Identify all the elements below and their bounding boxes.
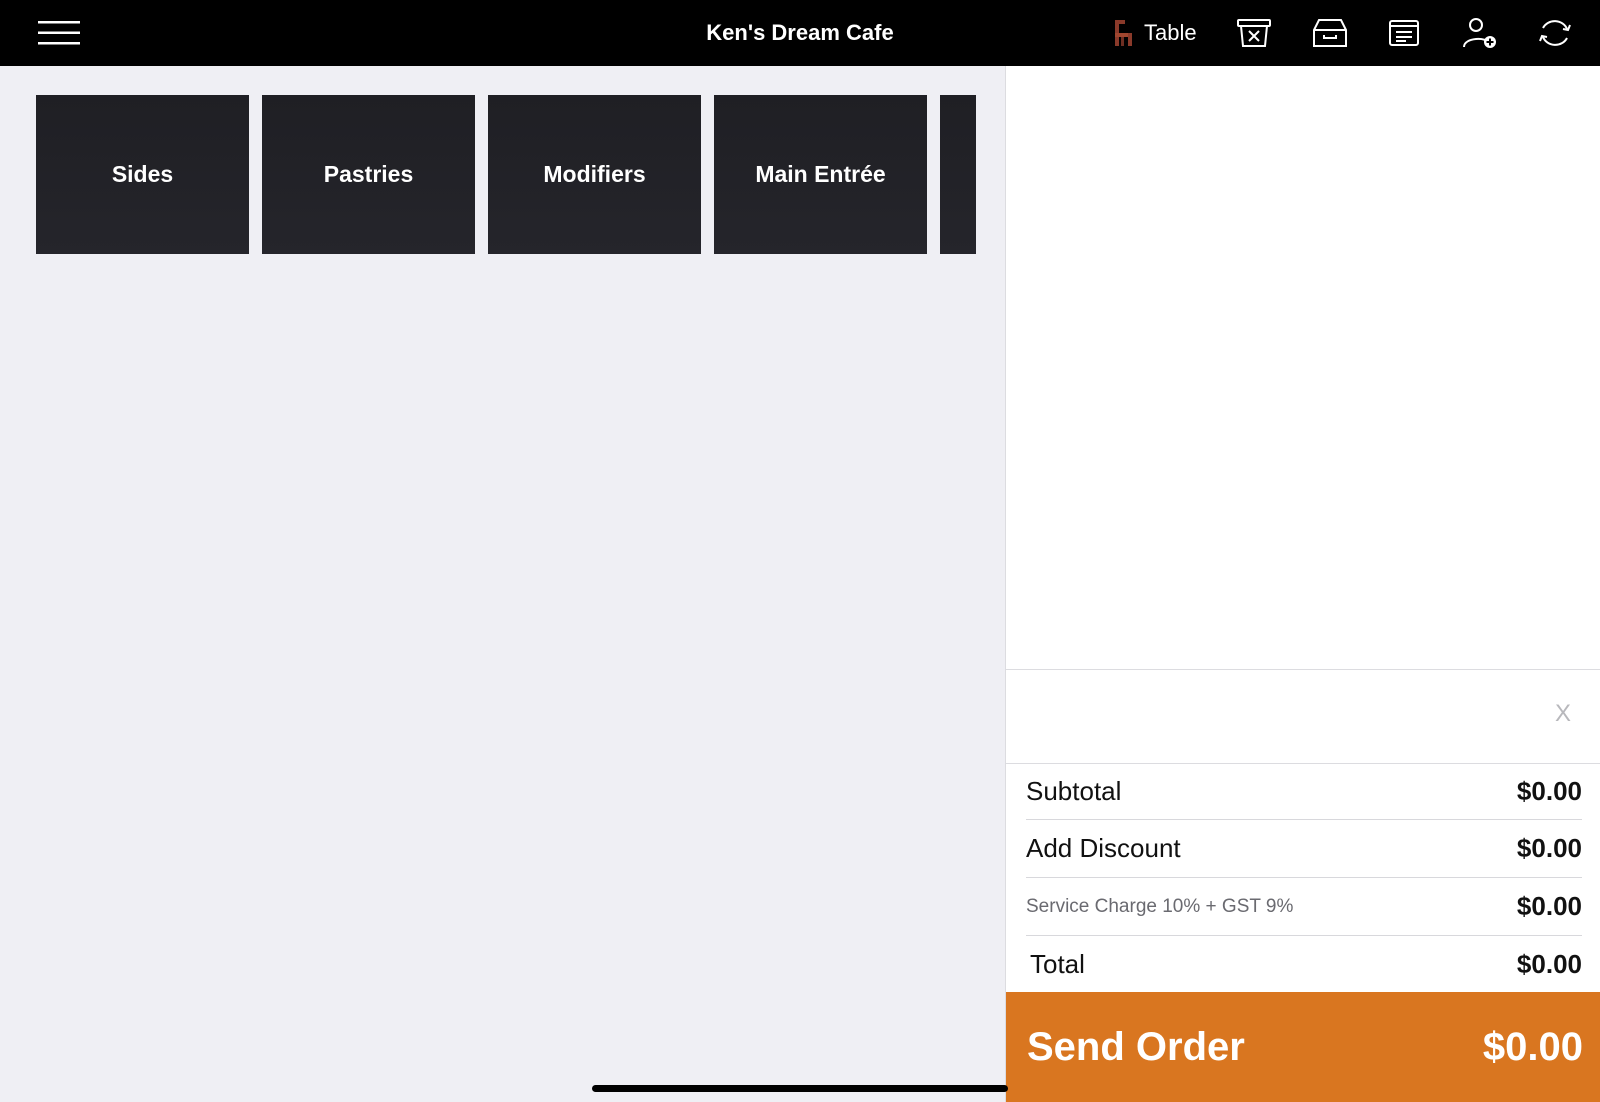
page-title: Ken's Dream Cafe (706, 20, 894, 45)
drawer-icon (1313, 19, 1347, 47)
send-order-total: $0.00 (1482, 1024, 1583, 1069)
void-order-button[interactable] (1234, 15, 1274, 51)
sync-icon (1539, 20, 1571, 46)
menu-panel: Sides Pastries Modifiers Main Entrée (0, 66, 1005, 1102)
subtotal-value: $0.00 (1516, 776, 1582, 806)
receipt-icon (1389, 20, 1419, 46)
cash-drawer-button[interactable] (1310, 15, 1350, 51)
send-order-label: Send Order (1027, 1024, 1245, 1069)
send-order-button[interactable]: Send Order $0.00 (1006, 992, 1600, 1102)
table-label: Table (1144, 20, 1197, 45)
add-customer-button[interactable] (1460, 15, 1500, 51)
category-modifiers[interactable]: Modifiers (488, 95, 701, 254)
add-discount-label[interactable]: Add Discount (1026, 833, 1181, 864)
top-bar: Ken's Dream Cafe Table (0, 0, 1600, 66)
receipt-button[interactable] (1384, 15, 1424, 51)
category-partial-tile[interactable] (940, 95, 976, 254)
category-main-entree[interactable]: Main Entrée (714, 95, 927, 254)
box-x-icon (1237, 19, 1271, 47)
category-sides[interactable]: Sides (36, 95, 249, 254)
service-charge-label: Service Charge 10% + GST 9% (1026, 895, 1294, 917)
clear-icon[interactable]: X (1555, 700, 1571, 728)
order-note-area[interactable]: X (1006, 670, 1600, 764)
total-row: Total $0.00 (1026, 936, 1582, 992)
menu-button[interactable] (34, 13, 84, 53)
order-items-list[interactable] (1006, 66, 1600, 670)
add-user-icon (1463, 18, 1496, 48)
add-discount-row[interactable]: Add Discount $0.00 (1026, 820, 1582, 878)
category-pastries[interactable]: Pastries (262, 95, 475, 254)
sync-button[interactable] (1535, 15, 1575, 51)
order-panel: X Subtotal $0.00 Add Discount $0.00 Serv… (1005, 66, 1600, 1102)
chair-icon (1115, 20, 1132, 46)
hamburger-icon (38, 21, 80, 45)
service-charge-row: Service Charge 10% + GST 9% $0.00 (1026, 878, 1582, 936)
table-button[interactable]: Table (1112, 13, 1197, 53)
home-indicator[interactable] (592, 1085, 1008, 1092)
service-charge-value: $0.00 (1516, 891, 1582, 921)
subtotal-label: Subtotal (1026, 776, 1122, 806)
discount-value: $0.00 (1516, 833, 1582, 863)
total-label: Total (1030, 948, 1085, 979)
subtotal-row: Subtotal $0.00 (1026, 764, 1582, 820)
total-value: $0.00 (1516, 948, 1582, 979)
